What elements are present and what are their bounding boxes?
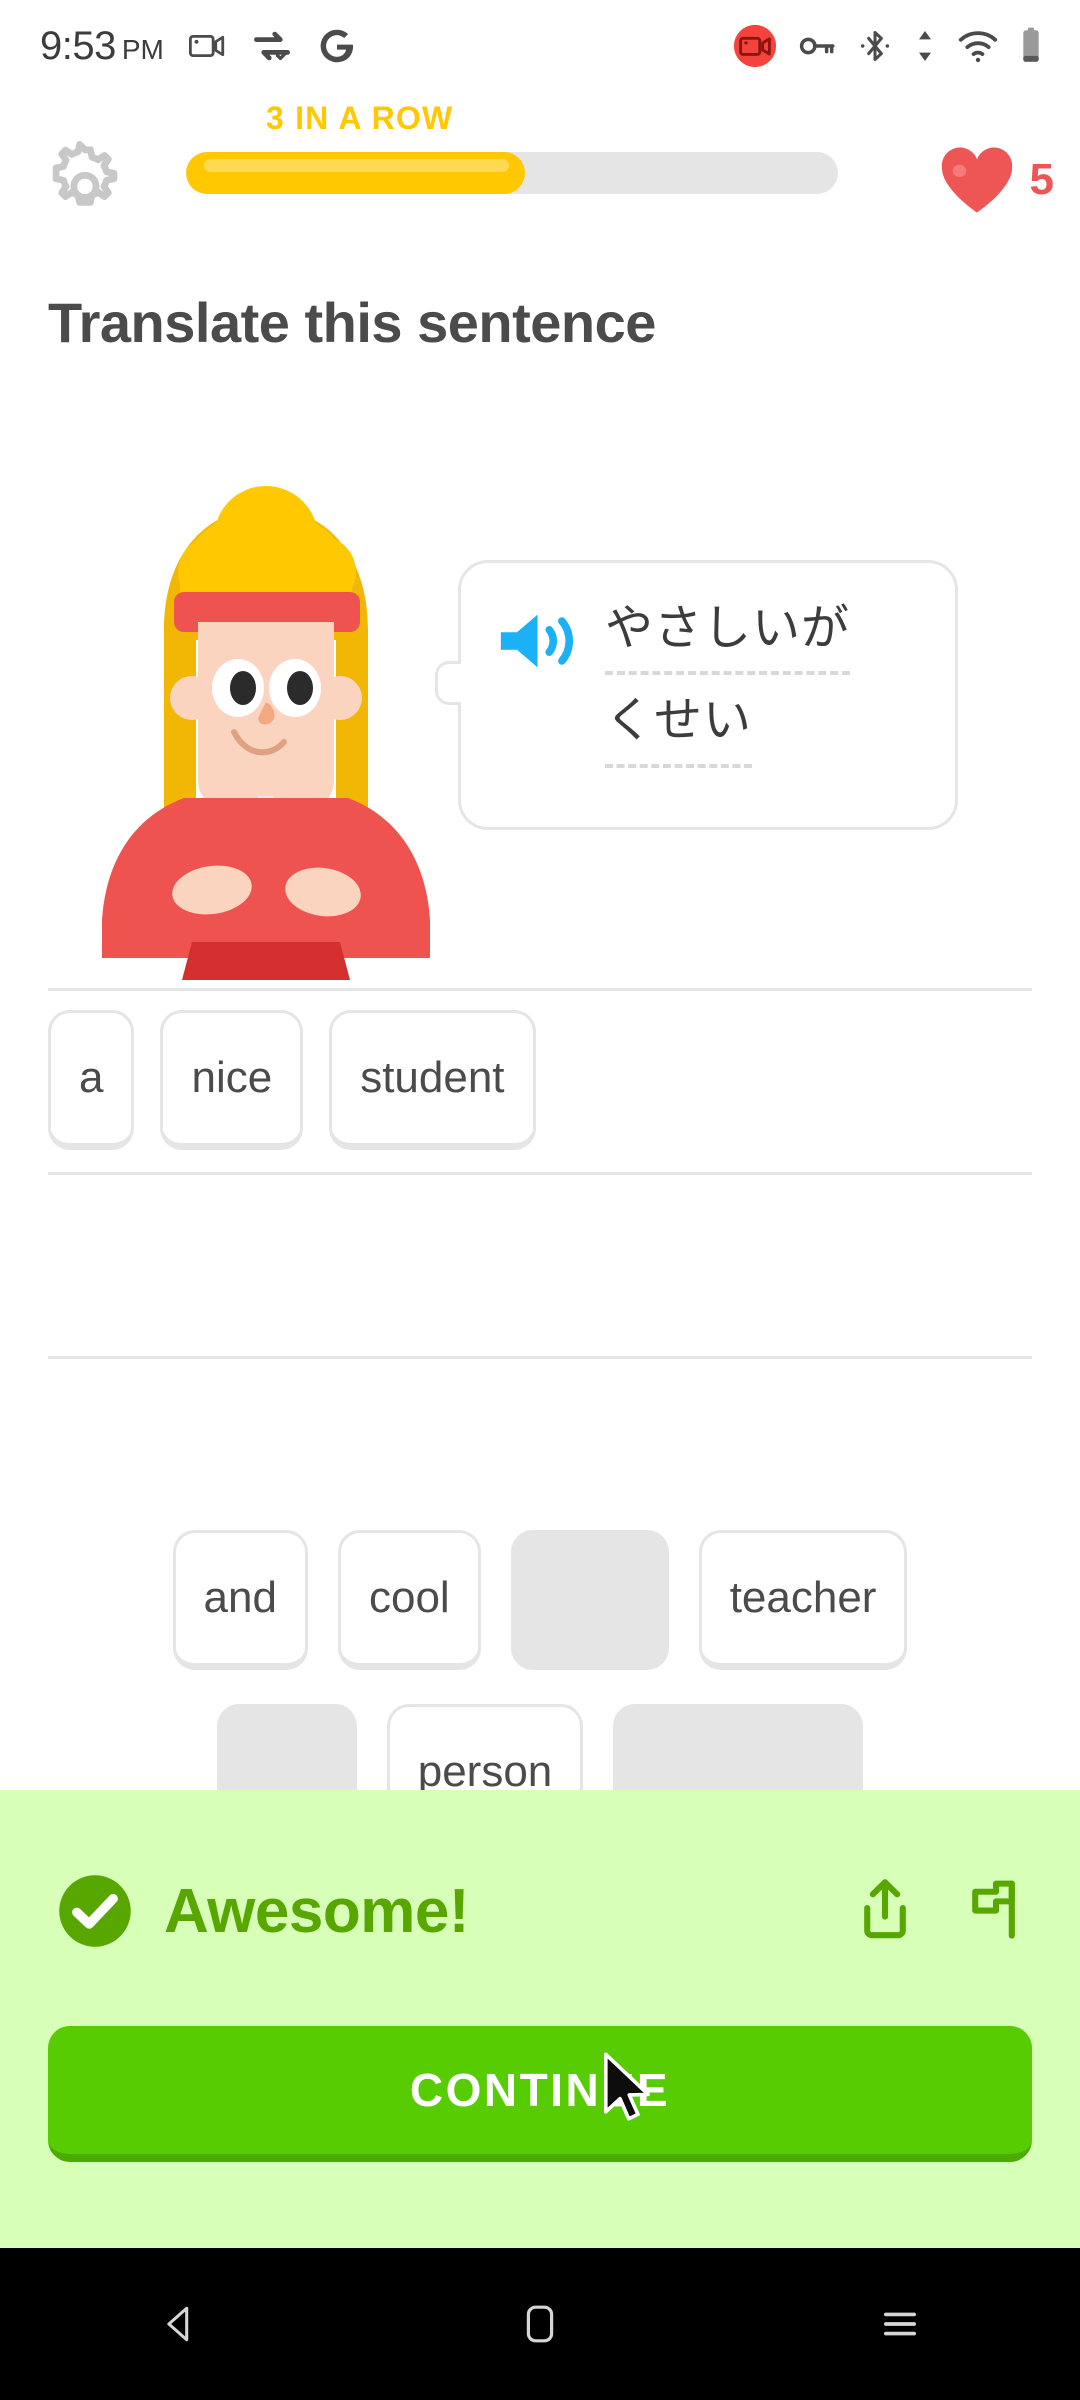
answer-line-1 [48,988,1032,991]
feedback-message: Awesome! [164,1876,469,1946]
duolingo-eddy-character [88,480,444,985]
battery-icon [1018,24,1044,68]
word-bank-tile[interactable]: cool [337,1530,481,1670]
back-triangle-icon[interactable] [120,2274,240,2374]
challenge-area: やさしいが くせい [0,470,1080,990]
screen-record-icon [186,25,228,67]
status-bar-right [732,23,1044,69]
streak-label: 3 IN A ROW [266,100,454,136]
vpn-key-icon [796,25,838,67]
answer-line-3 [48,1356,1032,1359]
status-bar: 9:53 PM [0,0,1080,92]
answer-line-2 [48,1172,1032,1175]
lesson-progress: 3 IN A ROW [186,100,838,194]
recents-menu-icon[interactable] [840,2274,960,2374]
feedback-panel: Awesome! CONTINUE [0,1790,1080,2248]
answer-tile[interactable]: a [48,1010,135,1150]
android-nav-bar [0,2248,1080,2400]
word-bank-tile[interactable]: and [172,1530,308,1670]
feedback-actions [854,1876,1024,1947]
hearts-indicator[interactable]: 5 [938,144,1054,216]
word-bank-tile[interactable]: teacher [698,1530,908,1670]
answer-tile[interactable]: student [329,1010,536,1150]
word-bank-row: and cool teacher [0,1530,1080,1670]
flag-report-icon[interactable] [962,1876,1024,1947]
bluetooth-icon [856,27,894,65]
bubble-tail [435,661,471,705]
google-g-icon [316,25,358,67]
check-circle-icon [59,1875,131,1947]
lesson-header: 3 IN A ROW 5 [0,92,1080,244]
heart-count: 5 [1029,155,1054,204]
prompt-line-2: くせい [605,689,753,768]
answer-tile[interactable]: nice [160,1010,304,1150]
heart-icon [941,147,1012,213]
prompt-speech-bubble: やさしいが くせい [435,560,958,830]
home-square-icon[interactable] [480,2274,600,2374]
gear-icon[interactable] [42,138,128,224]
share-icon[interactable] [854,1876,916,1947]
page-title: Translate this sentence [48,291,656,354]
vpn-shuffle-icon [250,24,294,68]
clock-time: 9:53 [40,23,116,68]
screen-recording-active-icon [732,23,778,69]
progress-shine [204,159,510,172]
speaker-audio-icon[interactable] [495,605,583,682]
answer-tile-row: a nice student [48,1010,536,1150]
data-transfer-icon [912,26,938,66]
word-bank-tile-used [510,1530,669,1670]
clock-ampm: PM [121,33,164,65]
prompt-line-1: やさしいが [605,597,851,676]
progress-fill [186,152,526,194]
prompt-text[interactable]: やさしいが くせい [605,597,851,768]
progress-track [186,152,838,194]
feedback-header: Awesome! [56,1872,1024,1950]
wifi-icon [956,24,1000,68]
continue-button[interactable]: CONTINUE [48,2026,1032,2162]
status-clock: 9:53 PM [40,24,164,69]
status-bar-left: 9:53 PM [40,24,358,69]
